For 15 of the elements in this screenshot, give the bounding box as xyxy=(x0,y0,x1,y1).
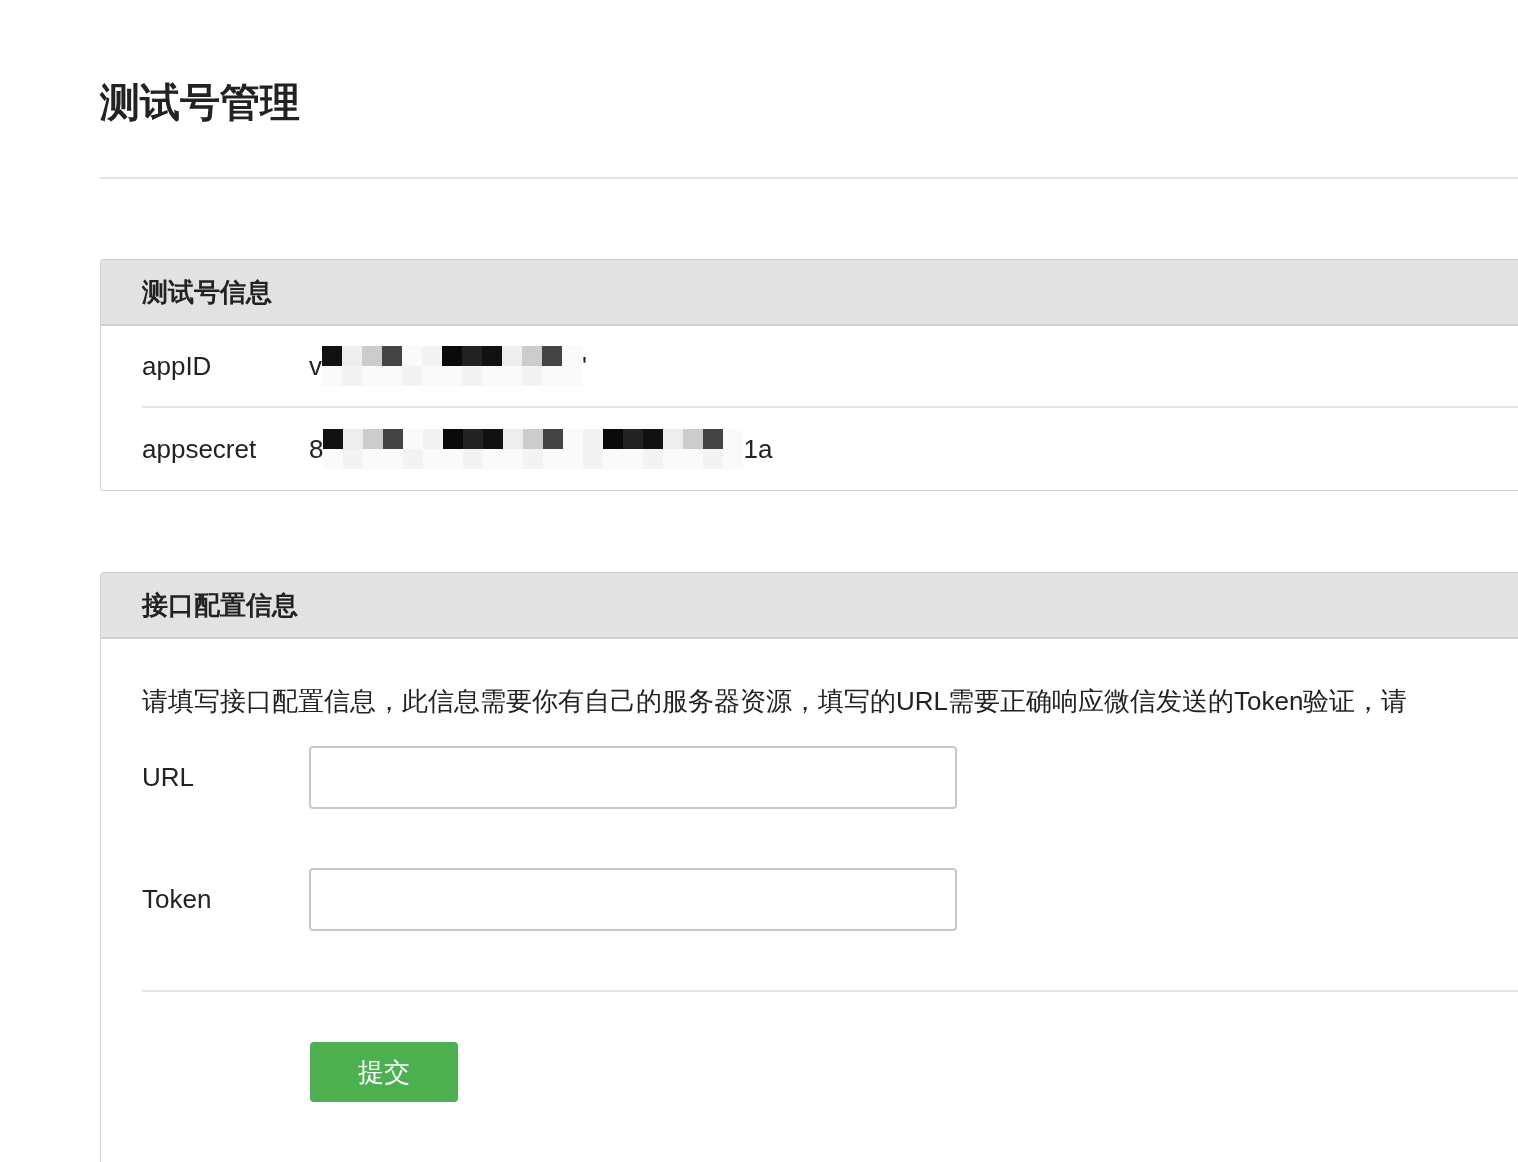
field-value: 8 xyxy=(309,432,324,466)
input-field[interactable] xyxy=(309,868,957,931)
field-value: ' xyxy=(582,349,587,383)
field-value: v xyxy=(309,349,322,383)
input-field[interactable] xyxy=(309,746,957,809)
field-label: appsecret xyxy=(142,432,258,466)
panel-title: 接口配置信息 xyxy=(142,588,298,622)
field-value: 1a xyxy=(743,432,773,466)
submit-button[interactable]: 提交 xyxy=(310,1042,458,1102)
page-title: 测试号管理 xyxy=(100,79,300,126)
field-label: URL xyxy=(142,761,195,794)
description-text: 请填写接口配置信息，此信息需要你有自己的服务器资源，填写的URL需要正确响应微信发送的Token验证，请 xyxy=(142,685,1408,718)
field-label: Token xyxy=(142,883,213,916)
panel-title: 测试号信息 xyxy=(142,275,272,309)
field-label: appID xyxy=(142,349,213,383)
